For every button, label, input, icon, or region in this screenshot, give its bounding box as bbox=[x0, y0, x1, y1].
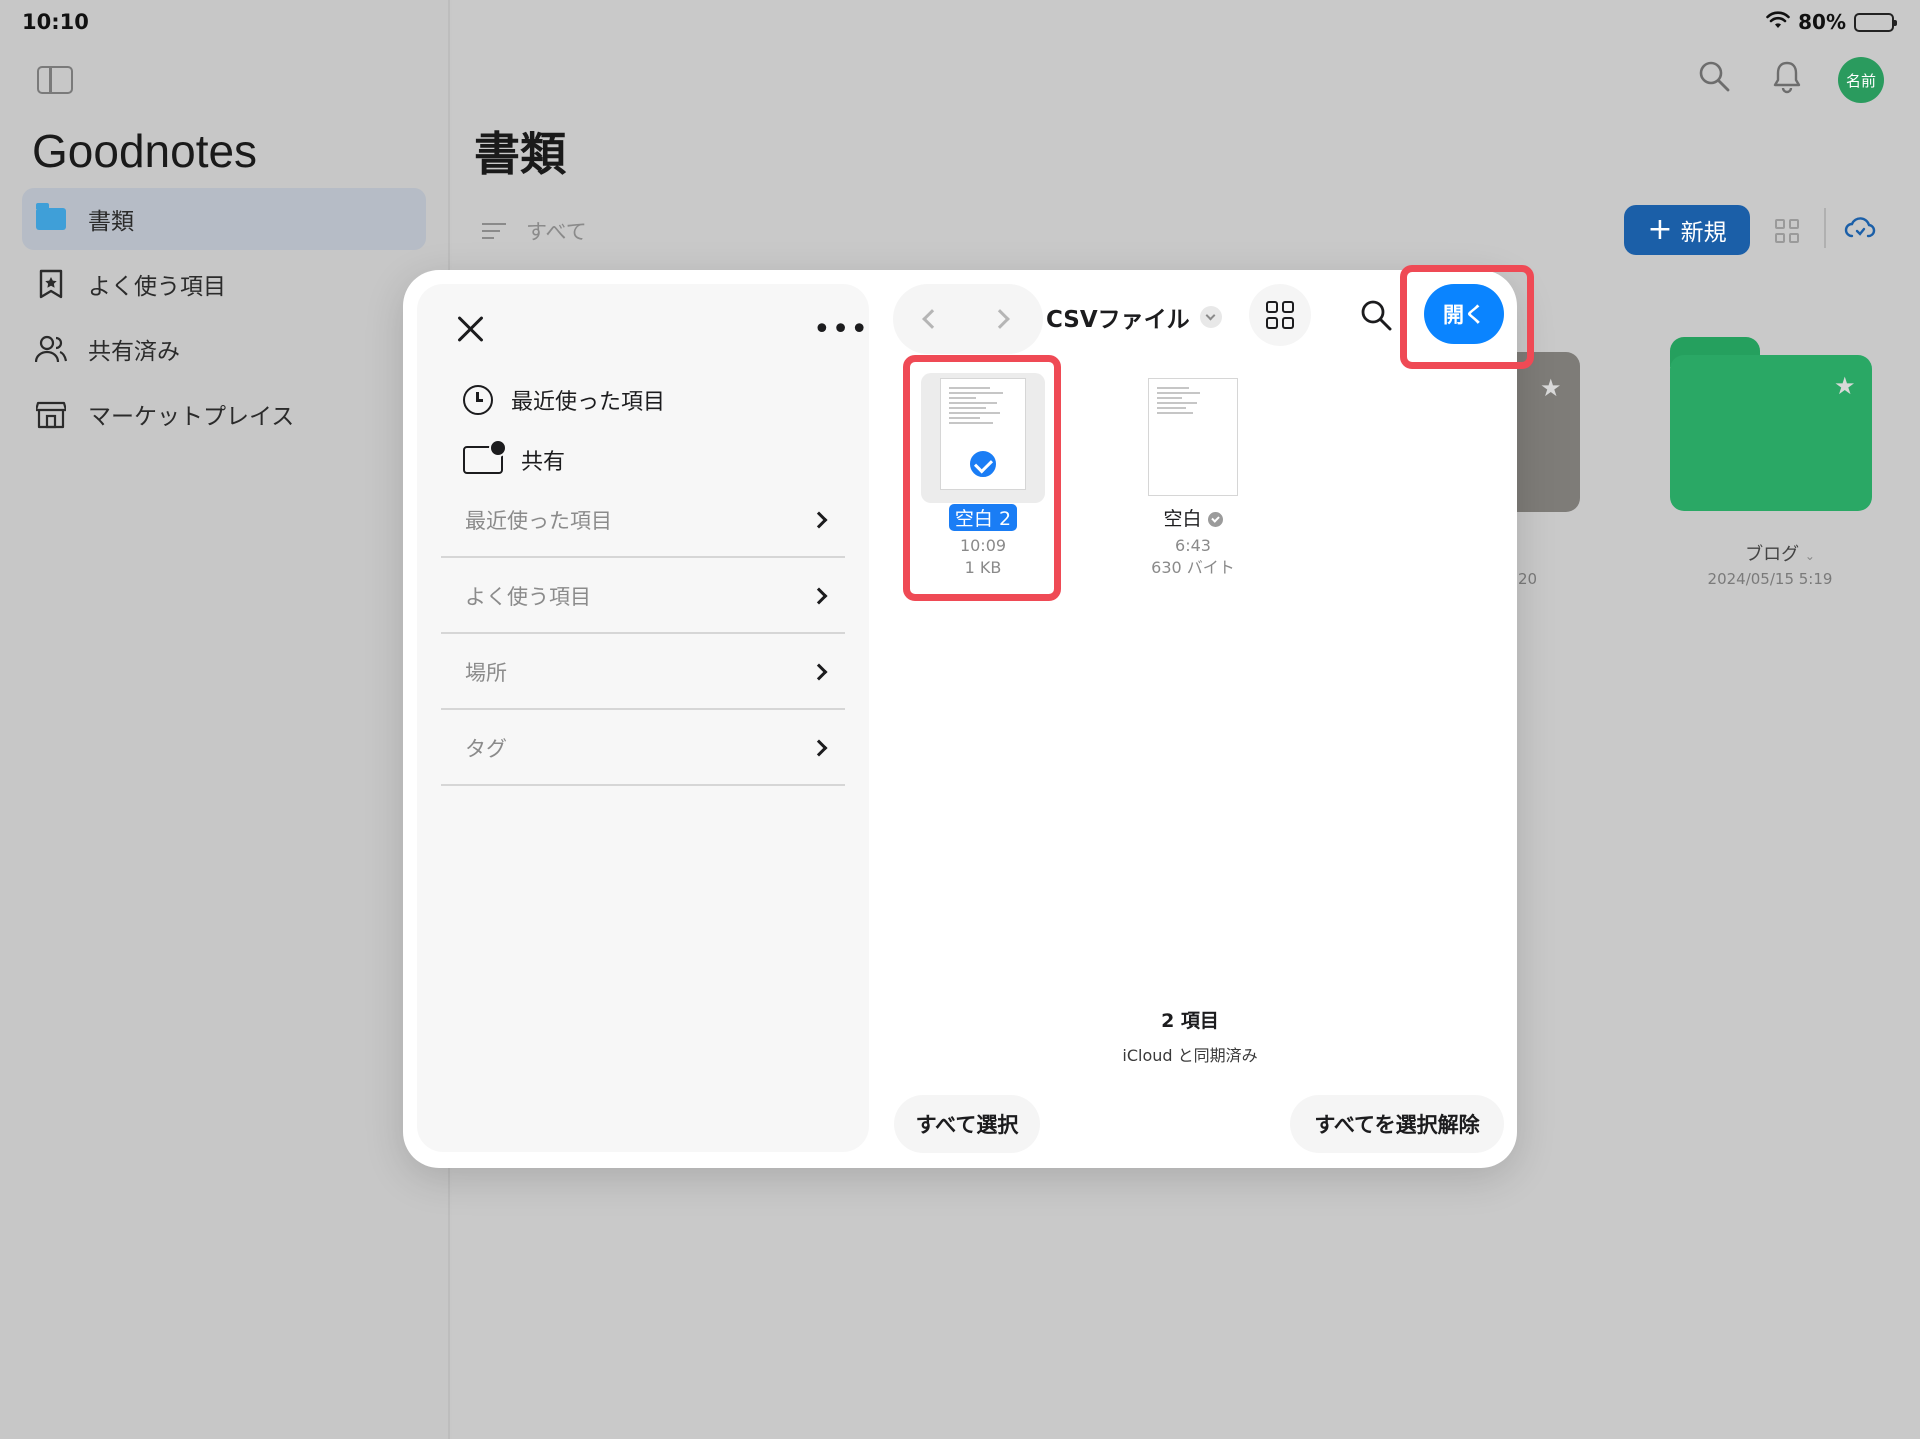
battery-percentage: 80% bbox=[1798, 10, 1846, 34]
picker-search-button[interactable] bbox=[1345, 284, 1407, 346]
new-button-label: 新規 bbox=[1680, 220, 1727, 246]
sidebar-item-favorites[interactable]: よく使う項目 bbox=[22, 253, 426, 315]
item-count: 2 項目 bbox=[1161, 1010, 1219, 1032]
quick-item-recents[interactable]: 最近使った項目 bbox=[463, 384, 665, 416]
quick-item-label: 共有 bbox=[521, 450, 566, 475]
more-icon[interactable]: ••• bbox=[813, 312, 869, 347]
shared-folder-icon bbox=[463, 439, 507, 474]
app-title: Goodnotes bbox=[32, 125, 258, 177]
star-icon: ★ bbox=[1834, 372, 1856, 400]
quick-item-label: 最近使った項目 bbox=[511, 390, 666, 415]
folder-date: 2024/05/15 5:19 bbox=[1707, 570, 1833, 588]
filter-label: すべて bbox=[526, 220, 587, 244]
close-icon[interactable] bbox=[455, 314, 485, 344]
chevron-right-icon bbox=[810, 739, 828, 757]
chevron-down-icon: ⌄ bbox=[1804, 549, 1815, 563]
chevron-right-icon bbox=[810, 587, 828, 605]
quick-item-shared[interactable]: 共有 bbox=[463, 439, 566, 476]
people-icon bbox=[34, 334, 68, 364]
section-tags[interactable]: タグ bbox=[441, 712, 845, 786]
search-icon bbox=[1361, 300, 1392, 331]
plus-icon: + bbox=[1647, 212, 1673, 247]
avatar[interactable]: 名前 bbox=[1838, 57, 1884, 103]
sidebar-item-label: マーケットプレイス bbox=[88, 404, 295, 430]
folder-name: ブログ ⌄ bbox=[1745, 544, 1815, 565]
section-label: 最近使った項目 bbox=[465, 509, 612, 533]
grid-view-icon[interactable] bbox=[1775, 219, 1799, 243]
chevron-right-icon bbox=[810, 511, 828, 529]
clock-icon bbox=[463, 385, 493, 415]
app-sidebar: 10:10 Goodnotes 書類 よく使う項目 共有済み マーケットプレイス bbox=[0, 0, 450, 1439]
filter-icon bbox=[482, 223, 506, 239]
highlight-box-file bbox=[903, 355, 1061, 601]
file-info-blank: 空白 6:43 630 バイト bbox=[1117, 494, 1269, 578]
select-all-button[interactable]: すべて選択 bbox=[894, 1095, 1040, 1153]
picker-sidebar: ••• 最近使った項目 共有 最近使った項目 よく使う項目 場所 タグ bbox=[417, 284, 869, 1152]
back-arrow-icon[interactable] bbox=[922, 309, 942, 329]
file-size: 630 バイト bbox=[1151, 557, 1235, 577]
file-thumbnail bbox=[1148, 378, 1238, 496]
search-icon[interactable] bbox=[1698, 60, 1730, 96]
new-button[interactable]: + 新規 bbox=[1624, 205, 1750, 255]
chevron-down-icon bbox=[1199, 306, 1222, 328]
folder-title: CSVファイル bbox=[1046, 307, 1190, 333]
star-icon: ★ bbox=[1540, 374, 1562, 402]
folder-icon bbox=[34, 203, 68, 234]
folder-title-menu[interactable]: CSVファイル bbox=[1046, 300, 1222, 334]
sidebar-item-label: 書類 bbox=[88, 209, 134, 235]
sidebar-nav: 書類 よく使う項目 共有済み マーケットプレイス bbox=[22, 188, 426, 448]
forward-arrow-icon[interactable] bbox=[990, 309, 1010, 329]
filter-control[interactable]: すべて bbox=[482, 216, 587, 246]
view-toggle-button[interactable] bbox=[1249, 284, 1311, 346]
sidebar-item-label: 共有済み bbox=[88, 339, 180, 365]
section-favorites[interactable]: よく使う項目 bbox=[441, 560, 845, 634]
section-label: よく使う項目 bbox=[465, 585, 591, 609]
toolbar-divider bbox=[1824, 208, 1826, 248]
folder-blog[interactable] bbox=[1670, 337, 1872, 511]
section-recents[interactable]: 最近使った項目 bbox=[441, 484, 845, 558]
sidebar-item-marketplace[interactable]: マーケットプレイス bbox=[22, 383, 426, 445]
sidebar-item-shared[interactable]: 共有済み bbox=[22, 318, 426, 380]
status-time: 10:10 bbox=[22, 10, 89, 34]
grid-view-icon bbox=[1266, 301, 1294, 329]
section-label: タグ bbox=[465, 737, 507, 761]
deselect-all-button[interactable]: すべてを選択解除 bbox=[1290, 1095, 1504, 1153]
download-icon bbox=[1207, 512, 1223, 527]
wifi-icon bbox=[1766, 10, 1790, 34]
section-label: 場所 bbox=[465, 661, 507, 685]
cloud-sync-icon[interactable] bbox=[1844, 214, 1876, 244]
sidebar-toggle-icon[interactable] bbox=[37, 66, 73, 94]
file-item-blank[interactable] bbox=[1147, 378, 1239, 496]
bell-icon[interactable] bbox=[1772, 60, 1802, 98]
page-title: 書類 bbox=[474, 127, 566, 181]
file-time: 6:43 bbox=[1175, 536, 1211, 555]
section-locations[interactable]: 場所 bbox=[441, 636, 845, 710]
battery-icon bbox=[1854, 12, 1897, 32]
file-name: 空白 bbox=[1157, 504, 1228, 531]
sidebar-item-documents[interactable]: 書類 bbox=[22, 188, 426, 250]
sidebar-item-label: よく使う項目 bbox=[88, 274, 226, 300]
status-indicators: 80% bbox=[1766, 10, 1897, 34]
highlight-box-open bbox=[1400, 265, 1534, 369]
history-nav bbox=[893, 284, 1043, 354]
storefront-icon bbox=[34, 399, 68, 429]
chevron-right-icon bbox=[810, 663, 828, 681]
sync-status: iCloud と同期済み bbox=[1122, 1046, 1258, 1065]
bookmark-star-icon bbox=[34, 269, 68, 299]
folder-date-partial: 20 bbox=[1518, 570, 1538, 588]
